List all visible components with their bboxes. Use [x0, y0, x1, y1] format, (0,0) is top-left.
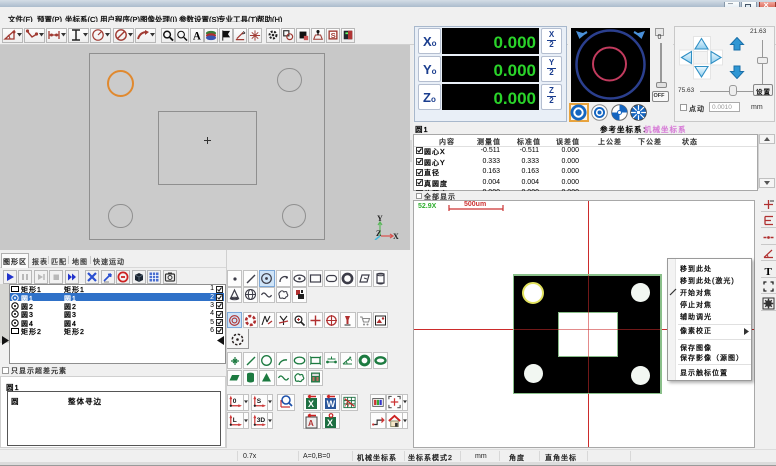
- svg-text:A: A: [348, 357, 352, 363]
- svg-text:X: X: [327, 418, 333, 428]
- svg-text:3D: 3D: [257, 416, 266, 423]
- svg-text:S: S: [257, 398, 262, 405]
- svg-text:W: W: [326, 399, 335, 409]
- svg-text:X: X: [393, 232, 399, 240]
- svg-text:S: S: [331, 31, 336, 40]
- svg-text:0: 0: [233, 398, 237, 405]
- svg-text:A: A: [308, 419, 314, 428]
- svg-text:A: A: [344, 402, 349, 409]
- svg-text:L: L: [233, 416, 237, 423]
- svg-text:A: A: [192, 30, 200, 41]
- svg-text:X: X: [308, 399, 314, 409]
- svg-text:T: T: [765, 266, 773, 277]
